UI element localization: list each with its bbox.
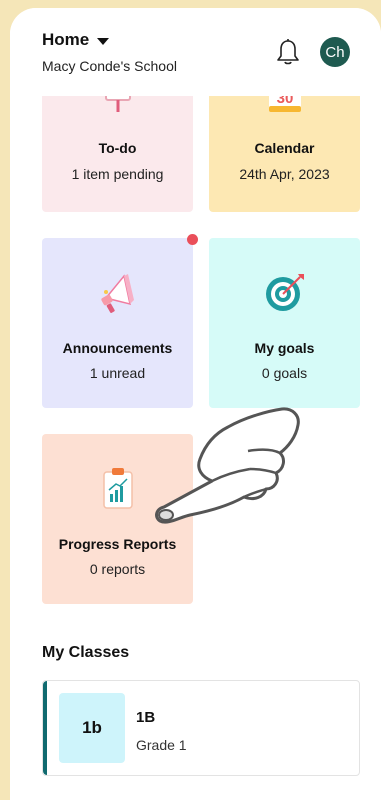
app-screen: To-do 1 item pending 30 Calendar 24th Ap…	[10, 8, 381, 800]
class-accent-bar	[43, 681, 47, 775]
announcements-card[interactable]: Announcements 1 unread	[42, 238, 193, 408]
class-grade: Grade 1	[136, 737, 187, 753]
bell-icon[interactable]	[276, 38, 300, 66]
announcements-subtitle: 1 unread	[89, 365, 146, 381]
calendar-card[interactable]: 30 Calendar 24th Apr, 2023	[209, 76, 360, 212]
app-header: Home Macy Conde's School Ch	[10, 8, 381, 96]
home-dropdown[interactable]: Home	[42, 30, 110, 50]
todo-title: To-do	[98, 140, 137, 156]
todo-card[interactable]: To-do 1 item pending	[42, 76, 193, 212]
school-name: Macy Conde's School	[42, 58, 177, 74]
megaphone-icon	[100, 274, 134, 313]
progress-reports-title: Progress Reports	[58, 536, 177, 552]
calendar-subtitle: 24th Apr, 2023	[239, 166, 330, 182]
todo-subtitle: 1 item pending	[71, 166, 164, 182]
my-classes-heading: My Classes	[42, 644, 130, 661]
caret-down-icon	[97, 37, 110, 45]
class-name: 1B	[136, 709, 156, 726]
announcements-title: Announcements	[62, 340, 173, 356]
target-icon	[265, 274, 304, 311]
class-card[interactable]: 1b 1B Grade 1	[42, 680, 360, 776]
calendar-title: Calendar	[254, 140, 315, 156]
tap-hand-icon	[155, 407, 300, 524]
goals-card[interactable]: My goals 0 goals	[209, 238, 360, 408]
avatar[interactable]: Ch	[320, 37, 350, 67]
class-badge: 1b	[59, 693, 125, 763]
goals-title: My goals	[254, 340, 315, 356]
goals-subtitle: 0 goals	[261, 365, 308, 381]
progress-reports-subtitle: 0 reports	[89, 561, 146, 577]
notification-dot	[187, 234, 198, 245]
home-title: Home	[42, 30, 90, 49]
report-clipboard-icon	[102, 468, 133, 509]
